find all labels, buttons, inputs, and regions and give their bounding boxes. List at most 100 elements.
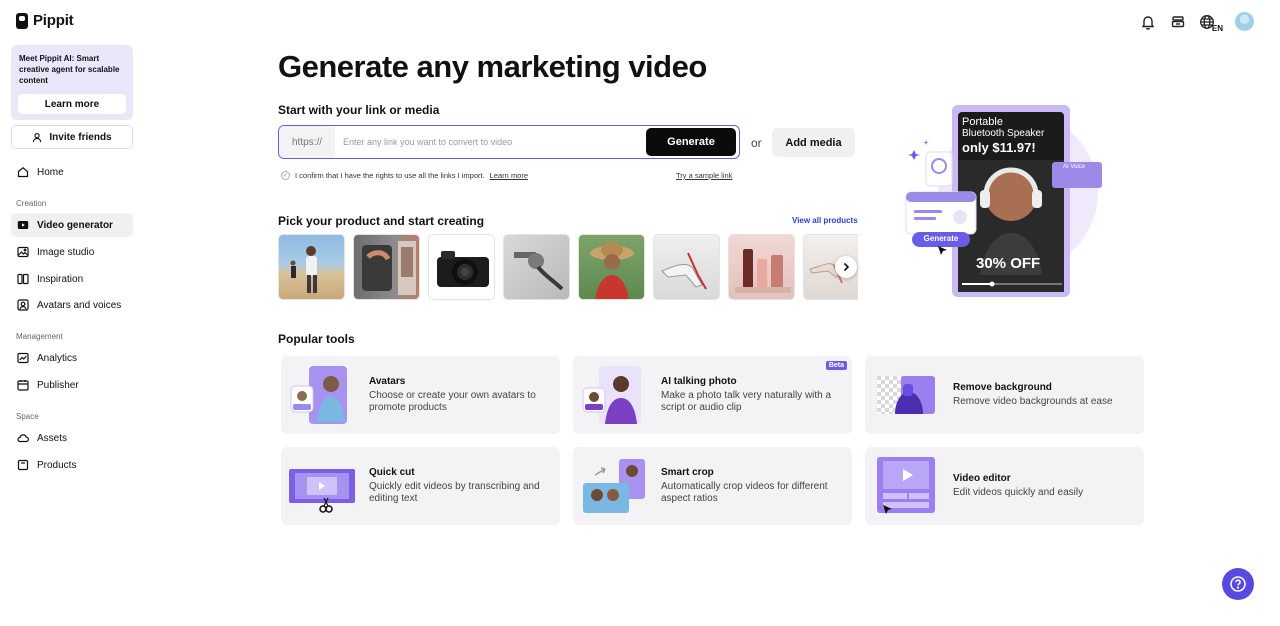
bell-icon[interactable] bbox=[1139, 13, 1157, 31]
product-thumbnail[interactable] bbox=[503, 234, 570, 300]
invite-friends-button[interactable]: Invite friends bbox=[11, 125, 133, 149]
language-selector[interactable]: EN bbox=[1199, 14, 1223, 33]
invite-label: Invite friends bbox=[49, 131, 112, 143]
sidebar-item-label: Inspiration bbox=[37, 273, 84, 285]
hero-illustration: Portable Bluetooth Speaker only $11.97! … bbox=[900, 100, 1110, 300]
sidebar-item-label: Publisher bbox=[37, 379, 79, 391]
page-title: Generate any marketing video bbox=[278, 49, 707, 84]
sidebar-item-home[interactable]: Home bbox=[11, 160, 133, 184]
section-creation: Creation bbox=[16, 199, 47, 208]
product-thumbnail[interactable] bbox=[428, 234, 495, 300]
hero-ai-voice: AI Voice bbox=[1063, 164, 1086, 170]
tool-desc: Make a photo talk very naturally with a … bbox=[661, 390, 832, 413]
sidebar-item-image-studio[interactable]: Image studio bbox=[11, 240, 133, 264]
sidebar-item-label: Image studio bbox=[37, 246, 95, 258]
avatar-voice-icon bbox=[17, 299, 29, 311]
product-carousel bbox=[278, 234, 858, 301]
sample-link[interactable]: Try a sample link bbox=[676, 171, 732, 180]
link-input-group: https:// Generate bbox=[278, 125, 740, 159]
image-icon bbox=[17, 246, 29, 258]
generate-button[interactable]: Generate bbox=[646, 128, 736, 156]
link-input[interactable] bbox=[335, 126, 646, 158]
sidebar-item-avatars-and-voices[interactable]: Avatars and voices bbox=[11, 293, 133, 317]
sidebar-item-products[interactable]: Products bbox=[11, 453, 133, 477]
confirm-text: I confirm that I have the rights to use … bbox=[295, 171, 485, 180]
sidebar-item-label: Home bbox=[37, 166, 64, 178]
tool-desc: Choose or create your own avatars to pro… bbox=[369, 390, 536, 413]
tool-desc: Automatically crop videos for different … bbox=[661, 481, 828, 504]
or-separator: or bbox=[751, 136, 762, 150]
sidebar-item-assets[interactable]: Assets bbox=[11, 426, 133, 450]
tool-title: Remove background bbox=[953, 382, 1052, 393]
popular-tools-label: Popular tools bbox=[278, 332, 355, 346]
sidebar-item-analytics[interactable]: Analytics bbox=[11, 346, 133, 370]
user-plus-icon bbox=[33, 132, 42, 142]
user-avatar[interactable] bbox=[1235, 12, 1254, 31]
sidebar-item-inspiration[interactable]: Inspiration bbox=[11, 267, 133, 291]
sidebar-item-label: Analytics bbox=[37, 352, 78, 364]
confirm-learn-more-link[interactable]: Learn more bbox=[490, 171, 528, 180]
add-media-button[interactable]: Add media bbox=[772, 128, 855, 157]
sidebar-item-video-generator[interactable]: Video generator bbox=[11, 213, 133, 237]
pick-product-label: Pick your product and start creating bbox=[278, 214, 485, 228]
tool-card-video-editor[interactable]: Video editor Edit videos quickly and eas… bbox=[865, 447, 1144, 525]
video-generator-icon bbox=[17, 219, 29, 231]
hero-line1: Portable bbox=[962, 116, 1003, 128]
promo-text: Meet Pippit AI: Smart creative agent for… bbox=[19, 54, 120, 85]
sidebar-item-publisher[interactable]: Publisher bbox=[11, 373, 133, 397]
product-thumbnail[interactable] bbox=[653, 234, 720, 300]
tool-card-avatars[interactable]: Avatars Choose or create your own avatar… bbox=[281, 356, 560, 434]
help-button[interactable] bbox=[1222, 568, 1254, 600]
chevron-right-icon bbox=[843, 262, 850, 272]
product-thumbnail[interactable] bbox=[278, 234, 345, 300]
view-all-products-link[interactable]: View all products bbox=[792, 216, 858, 225]
sidebar-item-label: Products bbox=[37, 459, 77, 471]
rights-checkbox[interactable]: ✓ bbox=[281, 171, 290, 180]
help-question-icon bbox=[1230, 576, 1246, 592]
tool-desc: Quickly edit videos by transcribing and … bbox=[369, 481, 540, 504]
tray-icon[interactable] bbox=[1169, 13, 1187, 31]
product-thumbnail[interactable] bbox=[578, 234, 645, 300]
sidebar-item-label: Video generator bbox=[37, 219, 113, 231]
tool-card-smart-crop[interactable]: Smart crop Automatically crop videos for… bbox=[573, 447, 852, 525]
tool-title: Video editor bbox=[953, 473, 1011, 484]
inspiration-icon bbox=[17, 273, 29, 285]
beta-badge: Beta bbox=[825, 361, 847, 370]
start-label: Start with your link or media bbox=[278, 103, 440, 117]
tool-card-quick-cut[interactable]: Quick cut Quickly edit videos by transcr… bbox=[281, 447, 560, 525]
tool-desc: Edit videos quickly and easily bbox=[953, 487, 1084, 498]
tool-desc: Remove video backgrounds at ease bbox=[953, 396, 1113, 407]
cloud-icon bbox=[17, 432, 29, 444]
topbar-actions: EN bbox=[1139, 12, 1254, 33]
product-thumbnail[interactable] bbox=[728, 234, 795, 300]
tool-card-remove-background[interactable]: Remove background Remove video backgroun… bbox=[865, 356, 1144, 434]
carousel-next-button[interactable] bbox=[835, 256, 857, 278]
promo-card: Meet Pippit AI: Smart creative agent for… bbox=[11, 45, 133, 120]
hero-generate-chip: Generate bbox=[923, 234, 959, 243]
promo-learn-more-button[interactable]: Learn more bbox=[18, 94, 126, 114]
brand-logo[interactable]: Pippit bbox=[16, 12, 74, 29]
hero-price: only $11.97! bbox=[962, 140, 1036, 155]
smart-crop-illustration bbox=[581, 455, 647, 517]
tool-card-ai-talking-photo[interactable]: AI talking photo Make a photo talk very … bbox=[573, 356, 852, 434]
rights-confirmation: ✓ I confirm that I have the rights to us… bbox=[281, 171, 528, 180]
tool-title: AI talking photo bbox=[661, 376, 737, 387]
language-code: EN bbox=[1211, 23, 1223, 33]
app-root: Pippit EN Meet Pippit AI: Smart creative… bbox=[0, 0, 1280, 626]
quick-cut-illustration bbox=[289, 455, 355, 517]
tool-title: Smart crop bbox=[661, 467, 714, 478]
remove-background-illustration bbox=[873, 364, 939, 426]
analytics-icon bbox=[17, 352, 29, 364]
talking-photo-illustration bbox=[581, 364, 647, 426]
product-thumbnail[interactable] bbox=[353, 234, 420, 300]
sidebar-item-label: Assets bbox=[37, 432, 68, 444]
section-management: Management bbox=[16, 332, 63, 341]
avatars-illustration bbox=[289, 364, 355, 426]
pippit-logo-icon bbox=[16, 12, 28, 29]
calendar-icon bbox=[17, 379, 29, 391]
hero-line2: Bluetooth Speaker bbox=[962, 128, 1045, 139]
sidebar-item-label: Avatars and voices bbox=[37, 299, 122, 311]
home-icon bbox=[17, 166, 29, 178]
product-box-icon bbox=[17, 459, 29, 471]
tool-title: Avatars bbox=[369, 376, 406, 387]
